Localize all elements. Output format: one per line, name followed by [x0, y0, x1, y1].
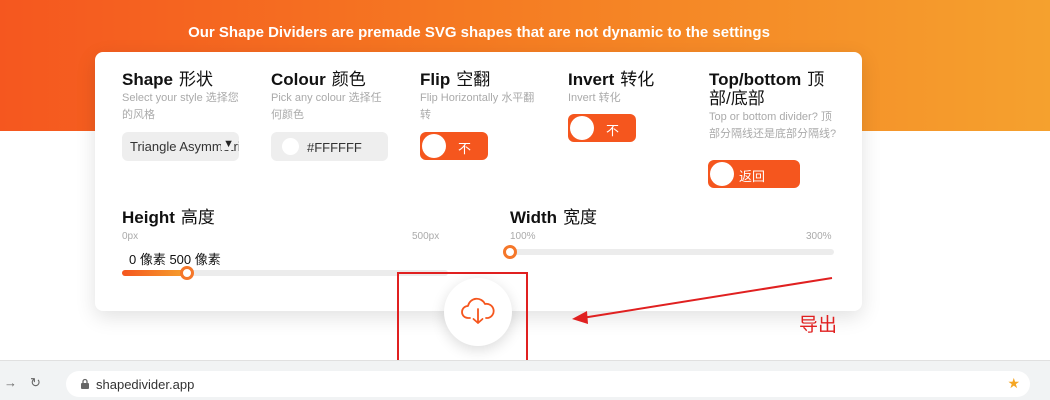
shape-select[interactable]: Triangle Asymmetrical ▼	[122, 132, 239, 161]
lock-icon	[81, 378, 89, 389]
width-slider[interactable]	[503, 245, 834, 259]
width-control: Width 宽度	[510, 208, 597, 227]
invert-toggle[interactable]: 不	[568, 114, 636, 142]
invert-toggle-label: 不	[606, 123, 620, 138]
height-min-label: 0px	[122, 231, 139, 242]
chevron-down-icon: ▼	[221, 138, 234, 150]
height-title: Height 高度	[122, 208, 215, 227]
colour-subtitle: Pick any colour 选择任何颜色	[271, 92, 382, 121]
flip-toggle-label: 不	[458, 141, 472, 156]
top-bottom-subtitle: Top or bottom divider? 顶部分隔线还是底部分隔线?	[709, 111, 837, 140]
arrow-right-icon[interactable]: →	[4, 375, 17, 390]
colour-control: Colour 颜色 Pick any colour 选择任何颜色	[271, 70, 391, 124]
flip-subtitle: Flip Horizontally 水平翻转	[420, 92, 535, 121]
star-icon[interactable]: ★	[1007, 375, 1020, 392]
invert-title: Invert 转化	[568, 70, 655, 89]
flip-toggle[interactable]: 不	[420, 132, 488, 160]
width-max-label: 300%	[806, 231, 832, 242]
address-bar[interactable]: shapedivider.app ★	[66, 371, 1030, 397]
height-value-tooltip: 0 像素 500 像素	[127, 249, 223, 268]
toggle-knob	[570, 116, 594, 140]
shape-title: Shape 形状	[122, 70, 214, 89]
invert-control: Invert 转化 Invert 转化	[568, 70, 688, 107]
colour-value: #FFFFFF	[307, 140, 362, 155]
browser-bar: → ↻ shapedivider.app ★	[0, 360, 1050, 400]
invert-subtitle: Invert 转化	[568, 92, 621, 104]
height-slider-fill	[122, 270, 187, 276]
height-slider-thumb[interactable]	[180, 266, 194, 280]
shape-control: Shape 形状 Select your style 选择您的风格	[122, 70, 242, 124]
shape-subtitle: Select your style 选择您的风格	[122, 92, 239, 121]
width-slider-thumb[interactable]	[503, 245, 517, 259]
colour-picker[interactable]: #FFFFFF	[271, 132, 388, 161]
flip-title: Flip 空翻	[420, 70, 491, 89]
top-bottom-title: Top/bottom 顶部/底部	[709, 70, 825, 108]
height-control: Height 高度	[122, 208, 215, 227]
top-bottom-toggle-label: 返回	[739, 169, 766, 184]
annotation-arrow	[572, 277, 833, 324]
colour-title: Colour 颜色	[271, 70, 366, 89]
toggle-knob	[710, 162, 734, 186]
top-bottom-toggle[interactable]: 返回	[708, 160, 800, 188]
reload-icon[interactable]: ↻	[30, 375, 41, 391]
annotation-label: 导出	[799, 315, 838, 336]
hero-text: Our Shape Dividers are premade SVG shape…	[188, 24, 770, 41]
annotation-highlight-box	[397, 272, 528, 372]
width-title: Width 宽度	[510, 208, 598, 227]
top-bottom-control: Top/bottom 顶部/底部 Top or bottom divider? 顶…	[709, 70, 839, 143]
flip-control: Flip 空翻 Flip Horizontally 水平翻转	[420, 70, 535, 124]
url-text: shapedivider.app	[96, 377, 195, 392]
width-min-label: 100%	[510, 231, 536, 242]
height-max-label: 500px	[412, 231, 440, 242]
toggle-knob	[422, 134, 446, 158]
colour-swatch	[282, 138, 299, 155]
